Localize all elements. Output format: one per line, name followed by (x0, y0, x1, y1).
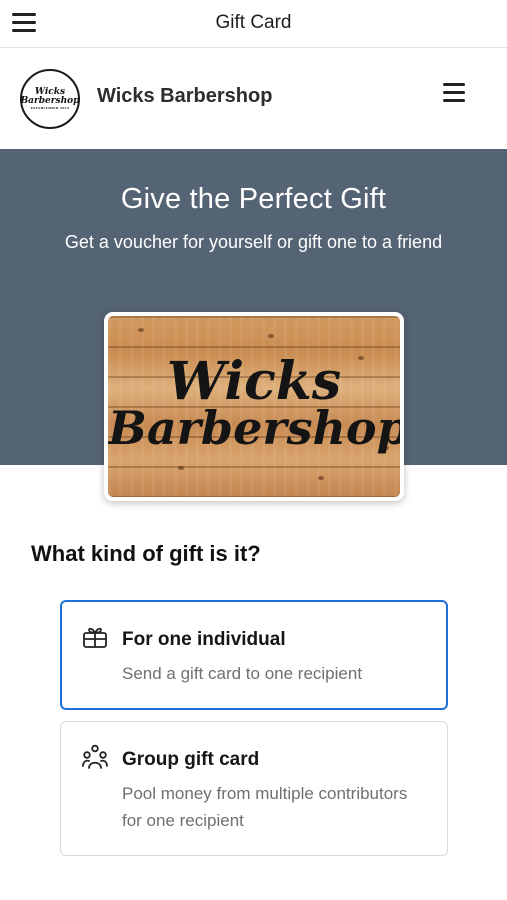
option-description: Pool money from multiple contributors fo… (122, 784, 408, 830)
top-app-bar: Gift Card (0, 0, 507, 48)
brand-header: Wicks Barbershop ESTABLISHED 2012 Wicks … (0, 49, 507, 149)
page-title: Gift Card (215, 12, 292, 33)
option-group[interactable]: Group gift card Pool money from multiple… (60, 721, 448, 856)
brand-logo[interactable]: Wicks Barbershop ESTABLISHED 2012 (20, 69, 80, 129)
group-icon (82, 744, 108, 770)
gift-type-heading: What kind of gift is it? (31, 541, 261, 566)
option-individual[interactable]: For one individual Send a gift card to o… (60, 600, 448, 710)
option-title: For one individual (122, 629, 286, 650)
gift-card-image: Wicks Barbershop (104, 312, 404, 501)
gift-icon (82, 624, 108, 650)
option-title: Group gift card (122, 749, 260, 770)
hamburger-menu-icon[interactable] (443, 83, 465, 105)
hero-title: Give the Perfect Gift (120, 183, 387, 215)
option-description: Send a gift card to one recipient (122, 664, 363, 683)
logo-wordmark: Wicks Barbershop ESTABLISHED 2012 (20, 87, 80, 111)
card-title-line2: Barbershop (108, 401, 404, 455)
brand-name[interactable]: Wicks Barbershop (97, 85, 272, 108)
hero-subtitle: Get a voucher for yourself or gift one t… (64, 232, 443, 252)
